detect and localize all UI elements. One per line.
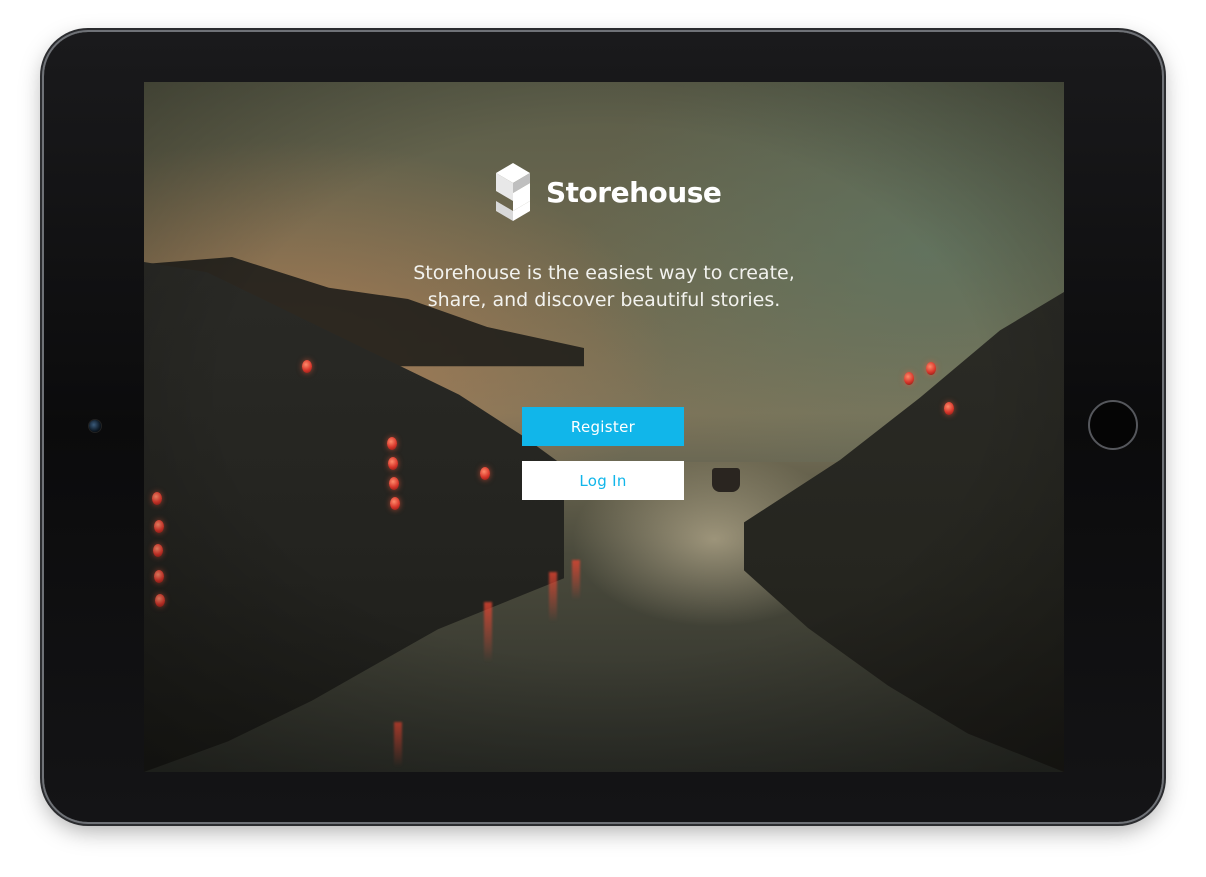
home-button-icon[interactable] [1088, 400, 1138, 450]
tablet-device: Storehouse Storehouse is the easiest way… [44, 32, 1162, 822]
brand-name: Storehouse [546, 175, 722, 209]
storehouse-logo-icon [496, 163, 530, 221]
tagline: Storehouse is the easiest way to create,… [413, 262, 795, 311]
welcome-screen: Storehouse Storehouse is the easiest way… [144, 82, 1064, 772]
login-button[interactable]: Log In [522, 461, 684, 500]
brand-lockup: Storehouse [496, 162, 722, 222]
front-camera-icon [89, 420, 101, 432]
register-button[interactable]: Register [522, 407, 684, 446]
screen: Storehouse Storehouse is the easiest way… [144, 82, 1064, 772]
